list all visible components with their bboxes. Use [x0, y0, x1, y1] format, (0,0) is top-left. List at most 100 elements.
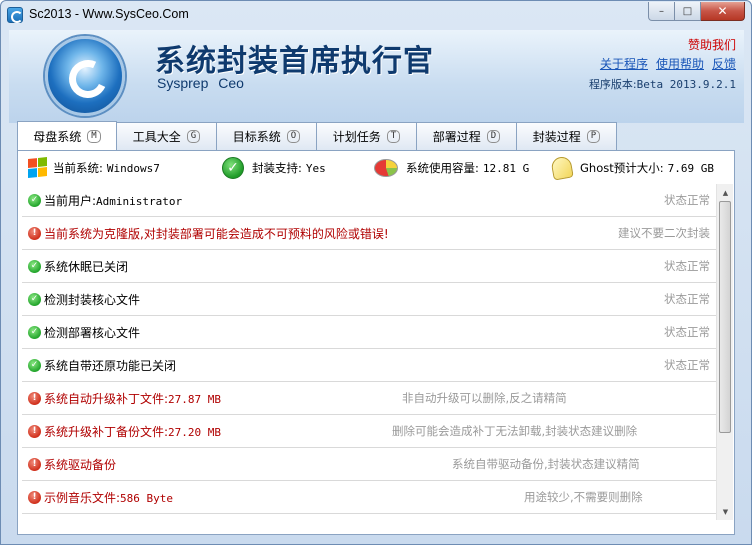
sysprep-support-label: 封装支持:: [252, 161, 302, 175]
tab-scheduled-tasks[interactable]: 计划任务 T: [317, 122, 417, 150]
item-value: Administrator: [96, 194, 183, 208]
list-item[interactable]: ✓ 当前用户:Administrator 状态正常: [22, 184, 716, 217]
disk-usage-label: 系统使用容量:: [406, 161, 479, 175]
current-system-label: 当前系统:: [53, 161, 103, 175]
item-label: 检测部署核心文件: [44, 325, 141, 340]
app-title: 系统封装首席执行官: [155, 44, 434, 79]
maximize-button[interactable]: □: [675, 2, 701, 21]
check-list[interactable]: ✓ 当前用户:Administrator 状态正常! 当前系统为克隆版,对封装部署可能…: [22, 184, 716, 520]
item-text: 系统驱动备份: [44, 456, 116, 473]
tab-shortcut: T: [386, 130, 401, 143]
tab-label: 母盘系统: [33, 129, 82, 144]
sysprep-support-value: Yes: [305, 161, 326, 175]
item-status-note: 状态正常: [664, 292, 710, 306]
ghost-size-value: 7.69 GB: [667, 161, 714, 175]
sponsor-link[interactable]: 赞助我们: [688, 36, 736, 53]
tab-shortcut: O: [286, 130, 301, 143]
disk-usage-icon: [374, 159, 398, 177]
tab-toolbox[interactable]: 工具大全 G: [117, 122, 217, 150]
check-circle-icon: ✓: [28, 259, 41, 273]
item-text: 系统升级补丁备份文件:27.20 MB: [44, 423, 221, 440]
tab-shortcut: M: [87, 129, 101, 143]
tab-shortcut: D: [486, 130, 501, 143]
item-label: 检测封装核心文件: [44, 292, 141, 307]
list-item[interactable]: ! 系统升级补丁备份文件:27.20 MB 删除可能会造成补丁无法卸载,封装状态建议…: [22, 415, 716, 448]
app-window: Sc2013 - Www.SysCeo.Com – □ ✕ 系统封装首席执行官 …: [0, 0, 752, 545]
item-value: 586 Byte: [120, 491, 174, 505]
item-text: 检测封装核心文件: [44, 291, 140, 308]
disk-usage-stat: 系统使用容量: 12.81 G: [374, 158, 529, 178]
close-button[interactable]: ✕: [701, 2, 745, 21]
tab-label: 封装过程: [532, 130, 581, 144]
list-item[interactable]: ✓ 检测封装核心文件 状态正常: [22, 283, 716, 316]
list-item[interactable]: ✓ 检测部署核心文件 状态正常: [22, 316, 716, 349]
list-item[interactable]: ! 系统自动升级补丁文件:27.87 MB 非自动升级可以删除,反之请精简: [22, 382, 716, 415]
exclamation-circle-icon: !: [28, 391, 41, 405]
list-item[interactable]: ! 当前系统为克隆版,对封装部署可能会造成不可预料的风险或错误! 建议不要二次封装: [22, 217, 716, 250]
help-link[interactable]: 使用帮助: [656, 55, 704, 72]
check-circle-icon: ✓: [28, 292, 41, 306]
list-item[interactable]: ! 系统驱动备份 系统自带驱动备份,封装状态建议精简: [22, 448, 716, 481]
check-circle-icon: ✓: [28, 193, 41, 207]
main-panel: 当前系统: Windows7 ✓ 封装支持: Yes 系统使用容量: 12.81…: [17, 150, 735, 535]
system-status-bar: 当前系统: Windows7 ✓ 封装支持: Yes 系统使用容量: 12.81…: [18, 151, 734, 183]
title-bar[interactable]: Sc2013 - Www.SysCeo.Com – □ ✕: [1, 1, 751, 29]
check-circle-icon: ✓: [28, 358, 41, 372]
item-status-note: 系统自带驱动备份,封装状态建议精简: [452, 457, 640, 471]
item-label: 当前系统为克隆版,对封装部署可能会造成不可预料的风险或错误!: [44, 226, 389, 241]
item-text: 当前用户:Administrator: [44, 192, 182, 209]
version-label: 程序版本:: [588, 78, 637, 91]
item-text: 系统休眠已关闭: [44, 258, 128, 275]
scroll-down-icon[interactable]: ▼: [717, 503, 734, 520]
item-label: 系统驱动备份: [44, 457, 117, 472]
item-status-note: 非自动升级可以删除,反之请精简: [402, 391, 567, 405]
list-item[interactable]: ✓ 系统自带还原功能已关闭 状态正常: [22, 349, 716, 382]
ghost-icon: [550, 155, 574, 181]
exclamation-circle-icon: !: [28, 490, 41, 504]
current-system-value: Windows7: [106, 161, 160, 175]
ghost-size-stat: Ghost预计大小: 7.69 GB: [550, 155, 714, 181]
window-title: Sc2013 - Www.SysCeo.Com: [29, 7, 189, 21]
ghost-size-label: Ghost预计大小:: [580, 161, 664, 175]
tab-target-system[interactable]: 目标系统 O: [217, 122, 317, 150]
item-label: 系统自动升级补丁文件:: [44, 391, 169, 406]
item-label: 当前用户:: [44, 193, 97, 208]
tab-sysprep-process[interactable]: 封装过程 P: [517, 122, 617, 150]
app-icon: [7, 7, 23, 23]
tab-deploy-process[interactable]: 部署过程 D: [417, 122, 517, 150]
version-value: Beta 2013.9.2.1: [636, 78, 736, 91]
scroll-up-icon[interactable]: ▲: [717, 184, 734, 201]
item-status-note: 删除可能会造成补丁无法卸载,封装状态建议删除: [392, 424, 638, 438]
item-text: 当前系统为克隆版,对封装部署可能会造成不可预料的风险或错误!: [44, 225, 389, 242]
item-status-note: 用途较少,不需要则删除: [524, 490, 643, 504]
tab-label: 部署过程: [432, 130, 481, 144]
item-value: 27.20 MB: [168, 425, 222, 439]
minimize-button[interactable]: –: [648, 2, 675, 21]
item-text: 系统自动升级补丁文件:27.87 MB: [44, 390, 221, 407]
window-controls: – □ ✕: [648, 2, 745, 21]
tab-shortcut: P: [586, 130, 601, 143]
tab-master-system[interactable]: 母盘系统 M: [17, 121, 117, 151]
tab-bar: 母盘系统 M 工具大全 G 目标系统 O 计划任务 T 部署过程 D 封装过程 P: [17, 121, 617, 151]
item-label: 系统休眠已关闭: [44, 259, 129, 274]
tab-shortcut: G: [186, 130, 201, 143]
item-status-note: 状态正常: [664, 259, 710, 273]
list-item[interactable]: ! 示例音乐文件:586 Byte 用途较少,不需要则删除: [22, 481, 716, 514]
item-status-note: 状态正常: [664, 325, 710, 339]
item-status-note: 建议不要二次封装: [618, 226, 710, 240]
item-label: 系统自带还原功能已关闭: [44, 358, 177, 373]
scroll-thumb[interactable]: [719, 201, 731, 433]
about-link[interactable]: 关于程序: [600, 55, 648, 72]
tab-label: 目标系统: [232, 130, 281, 144]
app-subtitle: Sysprep Ceo: [157, 75, 244, 91]
feedback-link[interactable]: 反馈: [712, 55, 736, 72]
exclamation-circle-icon: !: [28, 226, 41, 240]
tab-label: 计划任务: [332, 130, 381, 144]
item-status-note: 状态正常: [664, 193, 710, 207]
list-item[interactable]: ✓ 系统休眠已关闭 状态正常: [22, 250, 716, 283]
item-value: 27.87 MB: [168, 392, 222, 406]
current-system-stat: 当前系统: Windows7: [28, 157, 160, 179]
exclamation-circle-icon: !: [28, 424, 41, 438]
vertical-scrollbar[interactable]: ▲ ▼: [716, 184, 733, 520]
item-label: 系统升级补丁备份文件:: [44, 424, 169, 439]
